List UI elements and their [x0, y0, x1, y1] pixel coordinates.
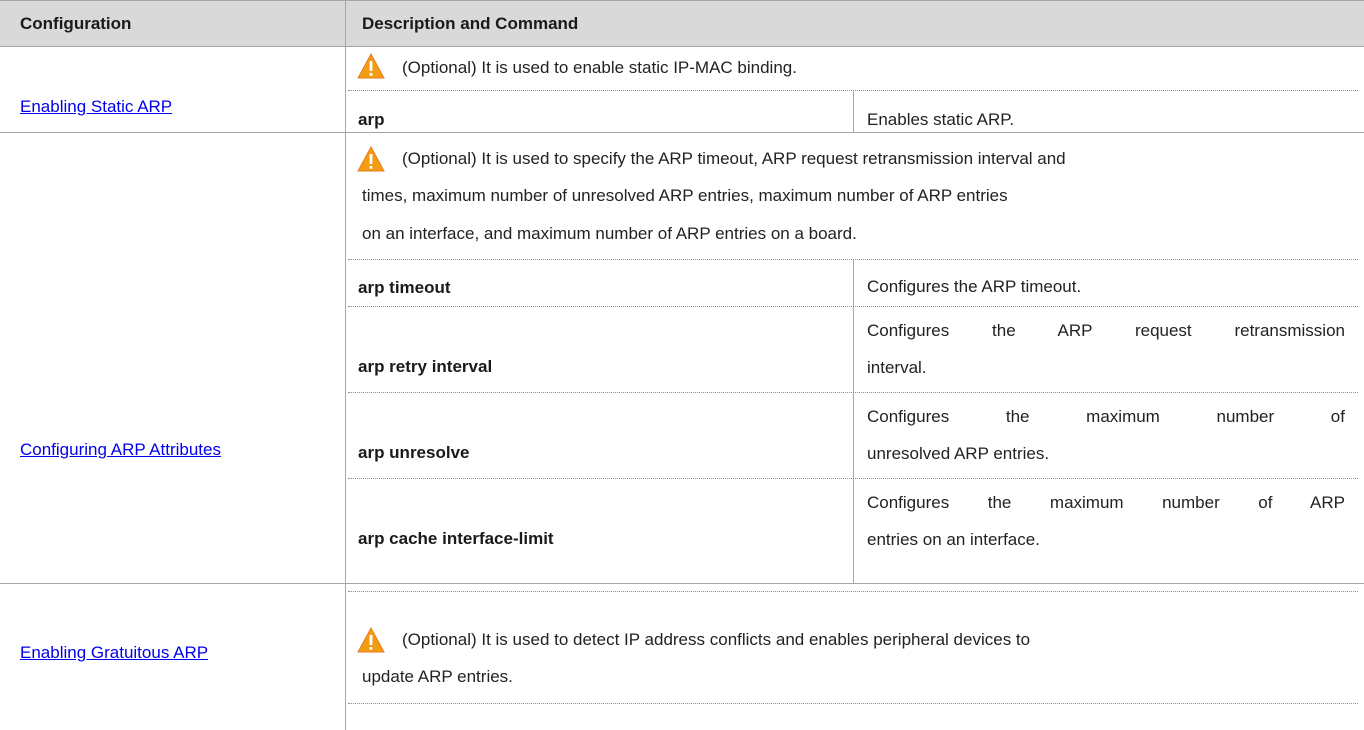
note-line: update ARP entries.: [362, 667, 513, 686]
command-name: arp unresolve: [358, 443, 470, 462]
warning-icon: [357, 146, 385, 172]
command-name: arp cache interface-limit: [358, 529, 554, 548]
divider: [348, 392, 1358, 393]
divider: [348, 478, 1358, 479]
note-line: (Optional) It is used to detect IP addre…: [402, 630, 1031, 649]
command-description: Configures the maximum number of: [867, 407, 1345, 426]
cell-divider: [853, 259, 854, 583]
command-name: arp retry interval: [358, 357, 493, 376]
cell-divider: [853, 90, 854, 132]
note-line: (Optional) It is used to specify the ARP…: [402, 149, 1066, 168]
divider: [348, 703, 1358, 704]
table-header: Configuration Description and Command: [0, 0, 1364, 47]
config-table: Configuration Description and Command En…: [0, 0, 1364, 730]
command-name: arp: [358, 110, 385, 129]
link-enabling-gratuitous-arp[interactable]: Enabling Gratuitous ARP: [20, 643, 208, 663]
link-configuring-arp-attributes[interactable]: Configuring ARP Attributes: [20, 440, 221, 460]
section-divider: [0, 132, 1364, 133]
link-enabling-static-arp[interactable]: Enabling Static ARP: [20, 97, 172, 117]
command-description: Configures the ARP request retransmissio…: [867, 321, 1345, 340]
command-description: Configures the maximum number of ARP: [867, 493, 1345, 512]
command-description: unresolved ARP entries.: [867, 444, 1050, 463]
section-divider: [0, 583, 1364, 584]
warning-icon: [357, 627, 385, 653]
command-description: entries on an interface.: [867, 530, 1040, 549]
divider: [348, 306, 1358, 307]
note-line: on an interface, and maximum number of A…: [362, 224, 857, 243]
header-configuration: Configuration: [20, 14, 132, 33]
header-description: Description and Command: [362, 14, 579, 33]
divider: [348, 591, 1358, 592]
command-description: Configures the ARP timeout.: [867, 277, 1082, 296]
note-text: (Optional) It is used to enable static I…: [402, 58, 797, 77]
command-description: interval.: [867, 358, 927, 377]
note-line: times, maximum number of unresolved ARP …: [362, 186, 1008, 205]
warning-icon: [357, 53, 385, 79]
column-divider: [345, 0, 346, 730]
command-name: arp timeout: [358, 278, 451, 297]
